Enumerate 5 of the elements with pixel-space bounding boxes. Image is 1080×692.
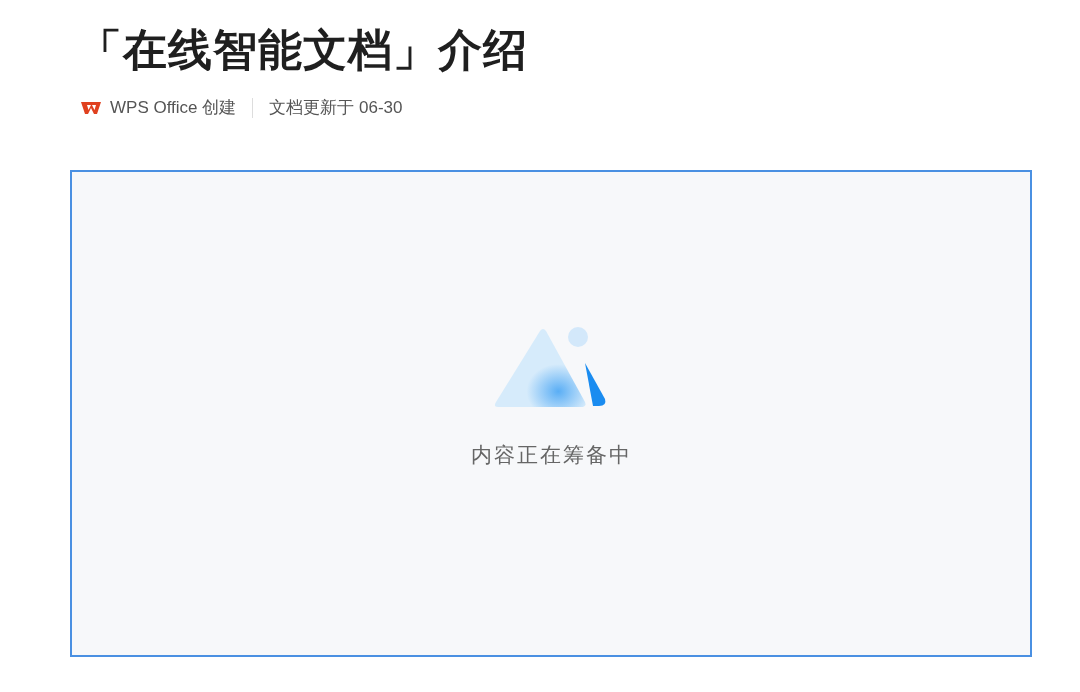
empty-state-message: 内容正在筹备中	[470, 441, 632, 468]
document-title: 「在线智能文档」介绍	[78, 24, 529, 76]
update-date: 文档更新于 06-30	[269, 97, 403, 119]
creator-text: WPS Office 创建	[110, 97, 237, 119]
logo-icon	[80, 100, 102, 116]
